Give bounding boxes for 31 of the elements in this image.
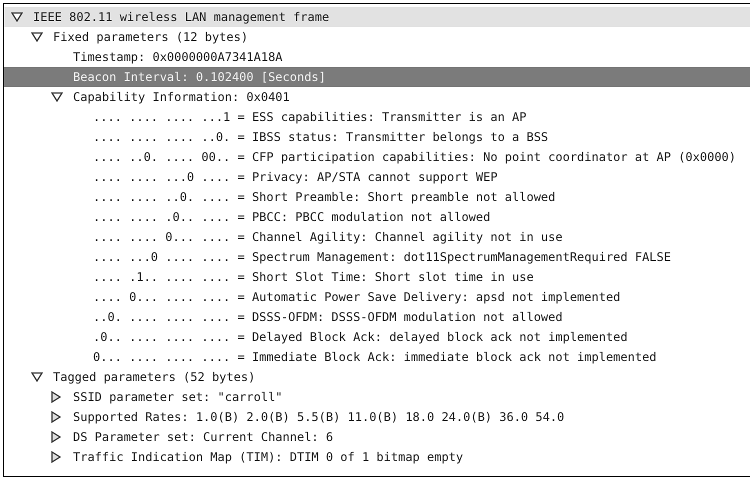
tree-row[interactable]: .... .... .0.. .... = PBCC: PBCC modulation not allowed [4,207,750,227]
tree-row[interactable]: Capability Information: 0x0401 [4,87,750,107]
tree-row[interactable]: .... .... .... ..0. = IBSS status: Transmitter belongs to a BSS [4,127,750,147]
expand-triangle-icon[interactable] [51,92,63,102]
tree-row[interactable]: Beacon Interval: 0.102400 [Seconds] [4,67,750,87]
expand-triangle-icon[interactable] [31,372,43,382]
tree-row[interactable]: 0... .... .... .... = Immediate Block Ack: immediate block ack not implemented [4,347,750,367]
tree-row[interactable]: Traffic Indication Map (TIM): DTIM 0 of 1 bitmap empty [4,447,750,467]
collapse-triangle-icon[interactable] [51,431,61,443]
collapse-triangle-icon[interactable] [51,391,61,403]
tree-row[interactable]: Fixed parameters (12 bytes) [4,27,750,47]
collapse-triangle-icon[interactable] [51,411,61,423]
collapse-triangle-icon[interactable] [51,451,61,463]
tree-row[interactable]: SSID parameter set: "carroll" [4,387,750,407]
expand-triangle-icon[interactable] [31,32,43,42]
tree-row[interactable]: .... ..0. .... 00.. = CFP participation capabilities: No point coordinator at AP (0x0000) [4,147,750,167]
tree-row[interactable]: .... ...0 .... .... = Spectrum Management: dot11SpectrumManagementRequired FALSE [4,247,750,267]
expand-triangle-icon[interactable] [11,12,23,22]
tree-row[interactable]: .... 0... .... .... = Automatic Power Save Delivery: apsd not implemented [4,287,750,307]
tree-row[interactable]: Timestamp: 0x0000000A7341A18A [4,47,750,67]
tree-row[interactable]: ..0. .... .... .... = DSSS-OFDM: DSSS-OFDM modulation not allowed [4,307,750,327]
tree-row[interactable]: DS Parameter set: Current Channel: 6 [4,427,750,447]
tree-row[interactable]: .... .... ...0 .... = Privacy: AP/STA cannot support WEP [4,167,750,187]
tree-row[interactable]: Supported Rates: 1.0(B) 2.0(B) 5.5(B) 11.0(B) 18.0 24.0(B) 36.0 54.0 [4,407,750,427]
tree-row[interactable]: .... .... 0... .... = Channel Agility: Channel agility not in use [4,227,750,247]
tree-row[interactable]: .... .... .... ...1 = ESS capabilities: Transmitter is an AP [4,107,750,127]
tree-row[interactable]: .0.. .... .... .... = Delayed Block Ack: delayed block ack not implemented [4,327,750,347]
tree-row[interactable]: .... .... ..0. .... = Short Preamble: Short preamble not allowed [4,187,750,207]
tree-row[interactable]: IEEE 802.11 wireless LAN management frame [4,7,750,27]
tree-row[interactable]: Tagged parameters (52 bytes) [4,367,750,387]
tree-row[interactable]: .... .1.. .... .... = Short Slot Time: Short slot time in use [4,267,750,287]
